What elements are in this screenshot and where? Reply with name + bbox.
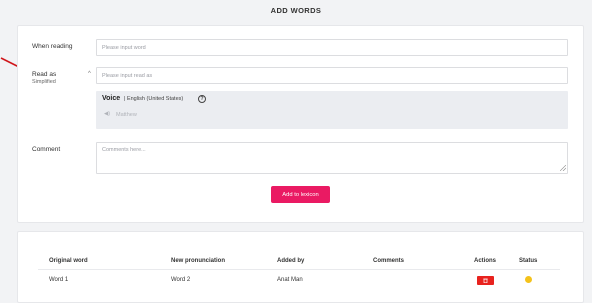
column-header-status: Status <box>519 258 538 264</box>
voice-name[interactable]: Matthew <box>116 112 137 118</box>
when-reading-label: When reading <box>32 43 73 50</box>
voice-language: | English (United States) <box>124 96 184 102</box>
cell-new-pronunciation: Word 2 <box>171 277 191 283</box>
comment-textarea[interactable]: Comments here... <box>96 142 568 174</box>
read-as-input[interactable]: Please input read as <box>96 67 568 84</box>
status-dot-icon <box>525 276 532 283</box>
cell-added-by: Anat Man <box>277 277 303 283</box>
read-as-sublabel: Simplified <box>32 79 56 85</box>
column-header-added-by: Added by <box>277 258 305 264</box>
delete-button[interactable] <box>477 276 494 285</box>
add-to-lexicon-button[interactable]: Add to lexicon <box>271 186 330 203</box>
lexicon-table: Original word New pronunciation Added by… <box>17 231 584 303</box>
read-as-label: Read as <box>32 71 57 78</box>
cell-original-word: Word 1 <box>49 277 69 283</box>
column-header-comments: Comments <box>373 258 405 264</box>
page-title: ADD WORDS <box>270 6 322 15</box>
add-word-form: When reading Please input word Read as S… <box>17 25 584 223</box>
when-reading-input[interactable]: Please input word <box>96 39 568 56</box>
table-divider <box>38 269 560 270</box>
voice-title: Voice <box>102 95 121 102</box>
column-header-new-pronunciation: New pronunciation <box>171 258 225 264</box>
column-header-original-word: Original word <box>49 258 88 264</box>
voice-panel: Voice | English (United States) ? ◀) Mat… <box>96 91 568 129</box>
resize-grip-icon[interactable] <box>560 165 566 171</box>
trash-icon <box>483 278 488 283</box>
help-icon[interactable]: ? <box>198 95 206 103</box>
chevron-up-icon[interactable]: ^ <box>88 71 91 77</box>
column-header-actions: Actions <box>474 258 497 264</box>
speaker-icon[interactable]: ◀) <box>104 111 110 117</box>
comment-label: Comment <box>32 146 61 153</box>
